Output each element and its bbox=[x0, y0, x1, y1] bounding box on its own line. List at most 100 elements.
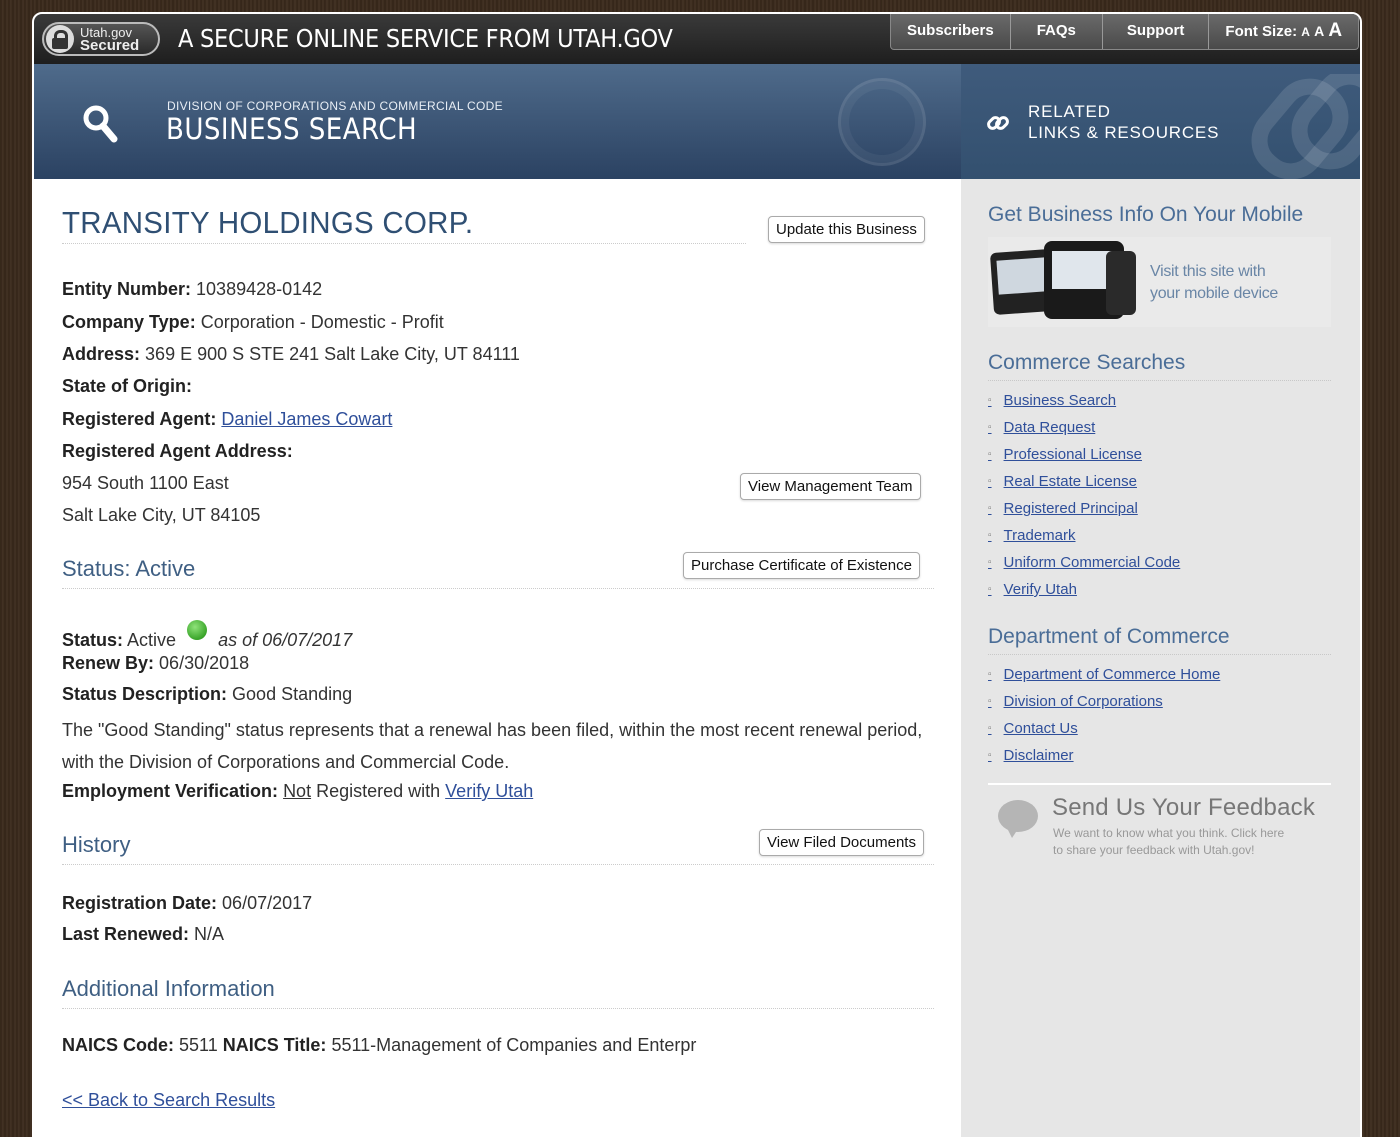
sidebar-link-commerce-home[interactable]: Department of Commerce Home bbox=[988, 661, 1221, 688]
nav-support[interactable]: Support bbox=[1103, 14, 1210, 49]
view-filed-documents-button[interactable]: View Filed Documents bbox=[759, 829, 924, 856]
secured-line-2: Secured bbox=[80, 37, 140, 54]
phone-image-icon bbox=[1106, 251, 1136, 315]
last-renewed-label: Last Renewed: bbox=[62, 924, 190, 944]
entity-number-row: Entity Number: 10389428-0142 bbox=[62, 279, 322, 300]
department-divider bbox=[988, 654, 1331, 655]
lock-icon bbox=[46, 25, 74, 53]
purchase-certificate-button[interactable]: Purchase Certificate of Existence bbox=[683, 552, 920, 579]
registration-date-label: Registration Date: bbox=[62, 893, 218, 913]
mobile-promo-line-2: your mobile device bbox=[1150, 285, 1278, 302]
view-management-team-button[interactable]: View Management Team bbox=[740, 473, 921, 500]
additional-info-divider bbox=[62, 1008, 934, 1009]
agent-address-label-row: Registered Agent Address: bbox=[62, 441, 293, 462]
registered-agent-label: Registered Agent: bbox=[62, 409, 217, 429]
employment-verification-row: Employment Verification: Not Registered … bbox=[62, 781, 533, 802]
sidebar-link-verify-utah[interactable]: Verify Utah bbox=[988, 576, 1180, 603]
agent-address-line-2: Salt Lake City, UT 84105 bbox=[62, 505, 261, 525]
mobile-promo[interactable]: Visit this site with your mobile device bbox=[988, 237, 1331, 327]
registered-agent-row: Registered Agent: Daniel James Cowart bbox=[62, 409, 392, 430]
naics-title-value: 5511-Management of Companies and Enterpr bbox=[331, 1035, 697, 1055]
last-renewed-row: Last Renewed: N/A bbox=[62, 924, 224, 945]
active-status-dot-icon bbox=[187, 620, 208, 640]
registered-agent-link[interactable]: Daniel James Cowart bbox=[221, 409, 392, 429]
employment-verification-label: Employment Verification: bbox=[62, 781, 279, 801]
additional-info-heading: Additional Information bbox=[62, 976, 275, 1001]
secure-service-tagline: A SECURE ONLINE SERVICE FROM UTAH.GOV bbox=[178, 24, 673, 53]
address-row: Address: 369 E 900 S STE 241 Salt Lake C… bbox=[62, 344, 520, 365]
state-seal-watermark bbox=[838, 78, 926, 166]
top-nav: Subscribers FAQs Support Font Size: A A … bbox=[890, 14, 1360, 50]
speech-bubble-icon bbox=[998, 800, 1038, 838]
company-type-row: Company Type: Corporation - Domestic - P… bbox=[62, 312, 444, 333]
business-search-banner: DIVISION OF CORPORATIONS AND COMMERCIAL … bbox=[34, 64, 961, 179]
font-size-label: Font Size: bbox=[1225, 23, 1298, 40]
related-title-line-2: LINKS & RESOURCES bbox=[1028, 123, 1220, 142]
sidebar-link-contact-us[interactable]: Contact Us bbox=[988, 715, 1220, 742]
sidebar-link-real-estate-license[interactable]: Real Estate License bbox=[988, 468, 1180, 495]
banner-title[interactable]: BUSINESS SEARCH bbox=[166, 112, 417, 146]
status-description-row: Status Description: Good Standing bbox=[62, 684, 352, 705]
address-label: Address: bbox=[62, 344, 141, 364]
history-heading: History bbox=[62, 832, 131, 857]
state-of-origin-label: State of Origin: bbox=[62, 376, 192, 396]
related-title-line-1: RELATED bbox=[1028, 102, 1111, 121]
status-description-value: Good Standing bbox=[232, 684, 353, 704]
mobile-heading: Get Business Info On Your Mobile bbox=[988, 203, 1304, 226]
company-type-label: Company Type: bbox=[62, 312, 196, 332]
font-size-control: Font Size: A A A bbox=[1209, 14, 1358, 49]
naics-code-label: NAICS Code: bbox=[62, 1035, 174, 1055]
renew-by-row: Renew By: 06/30/2018 bbox=[62, 653, 249, 674]
font-size-large[interactable]: A bbox=[1328, 20, 1342, 41]
title-divider bbox=[62, 243, 746, 244]
agent-address-label: Registered Agent Address: bbox=[62, 441, 293, 461]
department-links-list: Department of Commerce Home Division of … bbox=[988, 661, 1221, 769]
employment-not-text: Not bbox=[283, 781, 312, 801]
history-divider bbox=[62, 864, 934, 865]
banner-subtitle: DIVISION OF CORPORATIONS AND COMMERCIAL … bbox=[167, 99, 503, 113]
renew-by-label: Renew By: bbox=[62, 653, 155, 673]
entity-number-label: Entity Number: bbox=[62, 279, 192, 299]
sidebar-link-trademark[interactable]: Trademark bbox=[988, 522, 1180, 549]
commerce-links-list: Business Search Data Request Professiona… bbox=[988, 387, 1181, 603]
sidebar-link-registered-principal[interactable]: Registered Principal bbox=[988, 495, 1180, 522]
commerce-divider bbox=[988, 380, 1331, 381]
utah-gov-secured-badge[interactable]: Utah.gov Secured bbox=[42, 22, 160, 56]
sidebar-link-professional-license[interactable]: Professional License bbox=[988, 441, 1180, 468]
feedback-line-2: to share your feedback with Utah.gov! bbox=[1053, 843, 1255, 857]
naics-row: NAICS Code: 5511 NAICS Title: 5511-Manag… bbox=[62, 1035, 696, 1056]
state-of-origin-row: State of Origin: bbox=[62, 376, 192, 397]
status-value: Active bbox=[127, 630, 177, 650]
renew-by-value: 06/30/2018 bbox=[159, 653, 250, 673]
font-size-small[interactable]: A bbox=[1301, 25, 1310, 39]
agent-address-line-1: 954 South 1100 East bbox=[62, 473, 229, 493]
feedback-box[interactable]: Send Us Your Feedback We want to know wh… bbox=[988, 784, 1331, 857]
mobile-promo-line-1: Visit this site with bbox=[1150, 263, 1266, 280]
sidebar-link-uniform-commercial-code[interactable]: Uniform Commercial Code bbox=[988, 549, 1181, 576]
page-frame: Utah.gov Secured A SECURE ONLINE SERVICE… bbox=[32, 12, 1362, 1137]
status-heading: Status: Active bbox=[62, 556, 196, 581]
address-value: 369 E 900 S STE 241 Salt Lake City, UT 8… bbox=[145, 344, 520, 364]
back-to-search-results-link[interactable]: << Back to Search Results bbox=[62, 1090, 275, 1111]
status-label: Status: bbox=[62, 630, 124, 650]
sidebar-link-division-of-corporations[interactable]: Division of Corporations bbox=[988, 688, 1220, 715]
feedback-line-1: We want to know what you think. Click he… bbox=[1053, 826, 1285, 840]
status-as-of: as of 06/07/2017 bbox=[218, 630, 353, 650]
sidebar-link-business-search[interactable]: Business Search bbox=[988, 387, 1180, 414]
chain-link-watermark-icon bbox=[1251, 74, 1360, 180]
commerce-searches-heading: Commerce Searches bbox=[988, 351, 1186, 374]
update-business-button[interactable]: Update this Business bbox=[768, 216, 925, 243]
search-icon bbox=[83, 105, 118, 143]
status-divider bbox=[62, 588, 934, 589]
nav-subscribers[interactable]: Subscribers bbox=[891, 14, 1011, 49]
font-size-medium[interactable]: A bbox=[1314, 23, 1324, 39]
related-links-header[interactable]: RELATED LINKS & RESOURCES bbox=[961, 64, 1360, 180]
main-content: TRANSITY HOLDINGS CORP. Update this Busi… bbox=[34, 179, 961, 1137]
verify-utah-link[interactable]: Verify Utah bbox=[445, 781, 533, 801]
sidebar-link-disclaimer[interactable]: Disclaimer bbox=[988, 742, 1220, 769]
registration-date-value: 06/07/2017 bbox=[222, 893, 313, 913]
department-heading: Department of Commerce bbox=[988, 625, 1230, 648]
company-type-value: Corporation - Domestic - Profit bbox=[200, 312, 444, 332]
sidebar-link-data-request[interactable]: Data Request bbox=[988, 414, 1180, 441]
nav-faqs[interactable]: FAQs bbox=[1011, 14, 1103, 49]
